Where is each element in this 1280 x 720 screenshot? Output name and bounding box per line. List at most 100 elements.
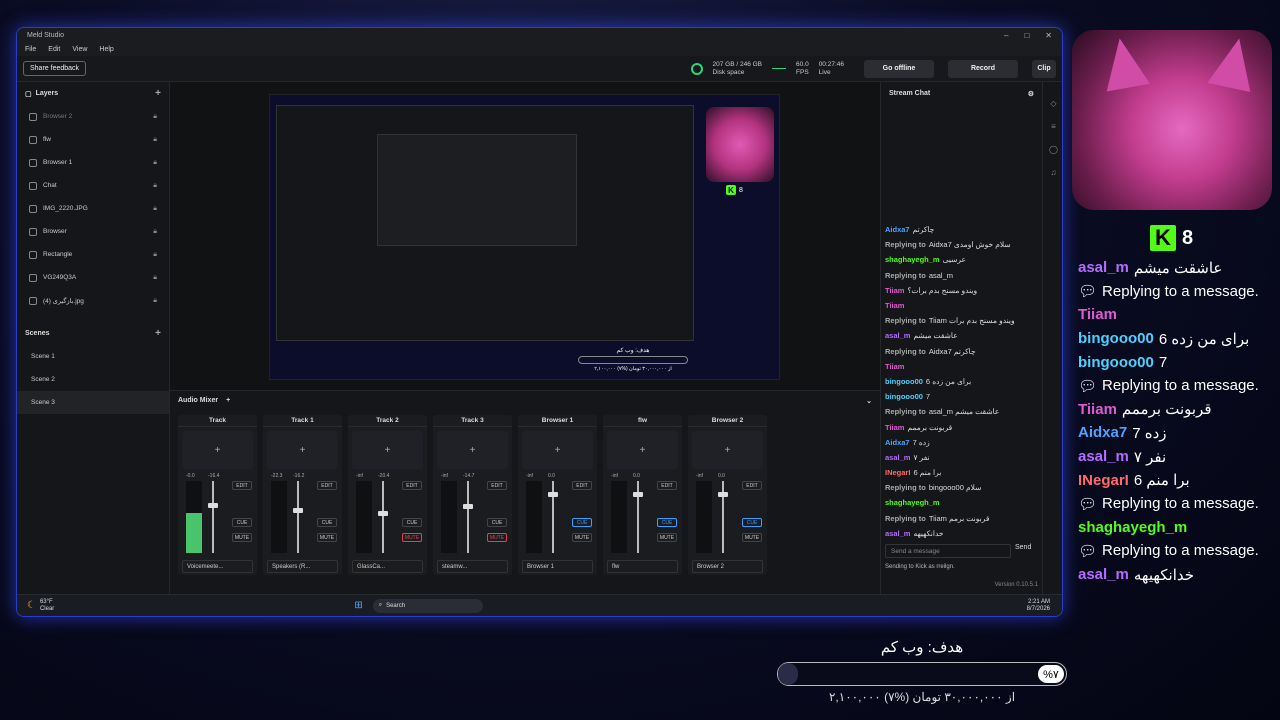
viewer-count: K 8 [1150,225,1193,251]
mute-button[interactable]: MUTE [572,533,592,542]
chat-settings-icon[interactable]: ⚙ [1028,90,1034,98]
device-select[interactable]: Speakers (R... [267,560,338,573]
edit-button[interactable]: EDIT [232,481,252,490]
db-right: 0.0 [548,473,555,479]
cue-button[interactable]: CUE [487,518,507,527]
device-select[interactable]: steamw... [437,560,508,573]
scene-item[interactable]: Scene 3 [17,391,169,414]
add-filter-button[interactable]: + [182,431,253,469]
volume-fader[interactable] [467,481,469,553]
layer-item[interactable]: Browser 🔒︎ [17,220,169,243]
rail-layers-icon[interactable]: ◇ [1043,92,1062,115]
layer-item[interactable]: Browser 2 🔒︎ [17,105,169,128]
cue-button[interactable]: CUE [572,518,592,527]
fader-knob[interactable] [378,511,388,517]
edit-button[interactable]: EDIT [487,481,507,490]
device-select[interactable]: Browser 2 [692,560,763,573]
volume-fader[interactable] [297,481,299,553]
add-scene-icon[interactable]: + [155,328,161,339]
cue-button[interactable]: CUE [402,518,422,527]
lock-icon[interactable]: 🔒︎ [153,251,157,259]
fader-knob[interactable] [633,491,643,497]
edit-button[interactable]: EDIT [657,481,677,490]
cue-button[interactable]: CUE [317,518,337,527]
lock-icon[interactable]: 🔒︎ [153,182,157,190]
device-select[interactable]: GlassCa... [352,560,423,573]
lock-icon[interactable]: 🔒︎ [153,113,157,121]
cue-button[interactable]: CUE [232,518,252,527]
lock-icon[interactable]: 🔒︎ [153,205,157,213]
rail-audio-icon[interactable]: ♫ [1043,161,1062,184]
lock-icon[interactable]: 🔒︎ [153,228,157,236]
reply-icon: 💬︎ [1078,542,1098,560]
add-layer-icon[interactable]: + [155,88,161,99]
add-track-icon[interactable]: + [226,397,230,405]
lock-icon[interactable]: 🔒︎ [153,159,157,167]
layer-item[interactable]: VG249Q3A 🔒︎ [17,266,169,289]
fader-knob[interactable] [293,508,303,514]
add-filter-button[interactable]: + [607,431,678,469]
rail-chat-icon[interactable]: ◯ [1043,138,1062,161]
device-select[interactable]: Voicemeete... [182,560,253,573]
edit-button[interactable]: EDIT [742,481,762,490]
close-icon[interactable]: ✕ [1045,31,1052,40]
menu-help[interactable]: Help [99,46,113,53]
menu-file[interactable]: File [25,46,36,53]
go-offline-button[interactable]: Go offline [864,59,934,78]
start-icon[interactable]: ⊞ [354,600,362,611]
send-button[interactable]: Send [1015,544,1031,551]
mute-button[interactable]: MUTE [657,533,677,542]
chat-username: Replying to [885,483,926,493]
send-message-input[interactable]: Send a message [885,544,1011,558]
fader-knob[interactable] [208,502,218,508]
rail-list-icon[interactable]: ≡ [1043,115,1062,138]
chat-username: Replying to [885,240,926,250]
mute-button[interactable]: MUTE [742,533,762,542]
scene-item[interactable]: Scene 2 [17,368,169,391]
fader-knob[interactable] [548,491,558,497]
add-filter-button[interactable]: + [267,431,338,469]
device-select[interactable]: Browser 1 [522,560,593,573]
maximize-icon[interactable]: □ [1024,31,1029,40]
lock-icon[interactable]: 🔒︎ [153,136,157,144]
chat-message: Aidxa7 7 زده [885,435,1041,450]
mute-button[interactable]: MUTE [487,533,507,542]
clip-button[interactable]: Clip [1032,59,1056,78]
layer-item[interactable]: Chat 🔒︎ [17,174,169,197]
edit-button[interactable]: EDIT [572,481,592,490]
lock-icon[interactable]: 🔒︎ [153,297,157,305]
mute-button[interactable]: MUTE [402,533,422,542]
scene-item[interactable]: Scene 1 [17,345,169,368]
volume-fader[interactable] [382,481,384,553]
mute-button[interactable]: MUTE [317,533,337,542]
add-filter-button[interactable]: + [692,431,763,469]
layer-item[interactable]: flw 🔒︎ [17,128,169,151]
share-feedback-button[interactable]: Share feedback [23,61,87,76]
fader-knob[interactable] [718,491,728,497]
menu-view[interactable]: View [72,46,87,53]
layer-item[interactable]: Browser 1 🔒︎ [17,151,169,174]
device-select[interactable]: flw [607,560,678,573]
cue-button[interactable]: CUE [657,518,677,527]
layer-item[interactable]: Rectangle 🔒︎ [17,243,169,266]
edit-button[interactable]: EDIT [402,481,422,490]
collapse-mixer-icon[interactable]: ⌄ [866,397,872,405]
edit-button[interactable]: EDIT [317,481,337,490]
add-filter-button[interactable]: + [522,431,593,469]
cue-button[interactable]: CUE [742,518,762,527]
menu-edit[interactable]: Edit [48,46,60,53]
add-filter-button[interactable]: + [352,431,423,469]
record-button[interactable]: Record [948,59,1018,78]
add-filter-button[interactable]: + [437,431,508,469]
level-fill [186,513,202,553]
mute-button[interactable]: MUTE [232,533,252,542]
taskbar-search[interactable]: ⌕ Search [372,598,483,613]
layer-item[interactable]: IMG_2220.JPG 🔒︎ [17,197,169,220]
stream-preview[interactable]: K 8 هدف: وب کم ۲,۱۰۰,۰۰۰ از ۳۰,۰۰۰,۰۰۰ ت… [269,94,780,380]
layer-item[interactable]: (4) بازگیری.jpg 🔒︎ [17,289,169,312]
lock-icon[interactable]: 🔒︎ [153,274,157,282]
minimize-icon[interactable]: – [1004,31,1008,40]
fader-knob[interactable] [463,504,473,510]
mixer-strip: Browser 1 + -inf 0.0 EDIT CUE MUTE Browser 1 [518,415,597,575]
volume-fader[interactable] [212,481,214,553]
